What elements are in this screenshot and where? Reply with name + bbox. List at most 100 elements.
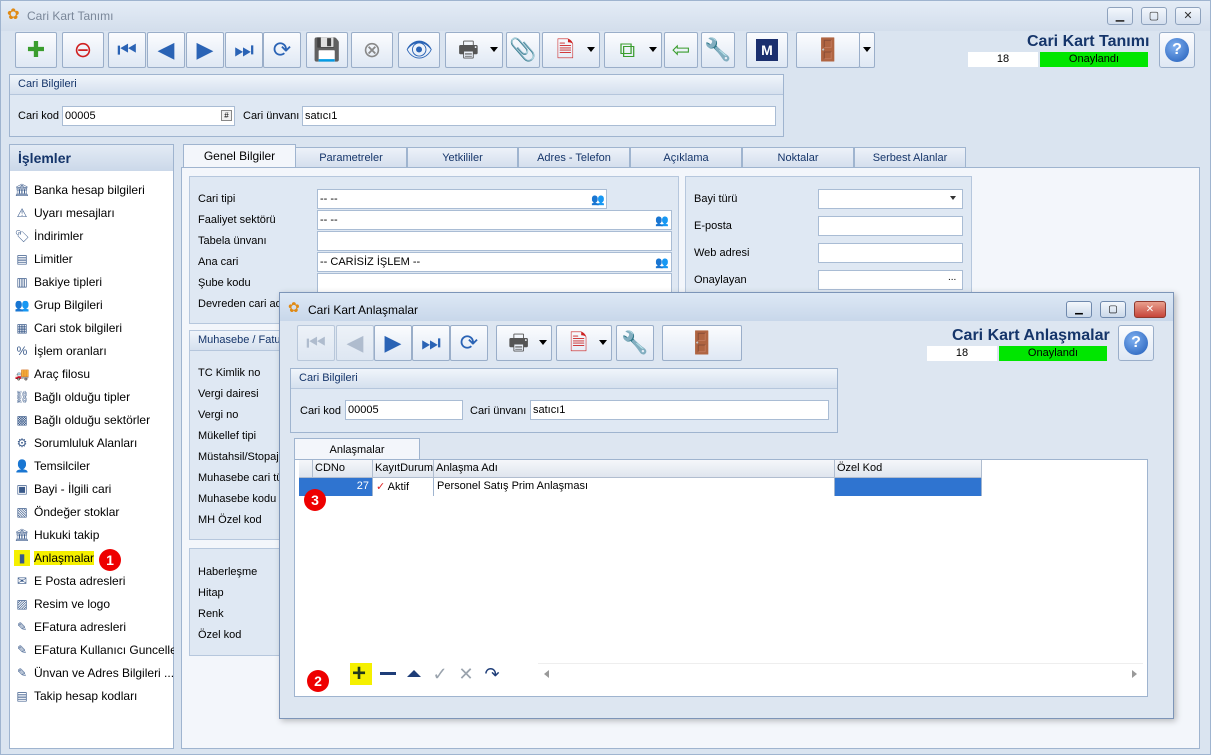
attach-button[interactable]: 📎	[506, 32, 540, 68]
group-people-icon[interactable]: 👥	[591, 193, 605, 206]
copy-button[interactable]: ⧉	[604, 32, 662, 68]
redo-button[interactable]: ↷	[481, 663, 503, 685]
import-button[interactable]: ⇦	[664, 32, 698, 68]
cari-kod-field[interactable]: 00005	[62, 106, 235, 126]
tab-genel-bilgiler[interactable]: Genel Bilgiler	[183, 144, 296, 168]
dialog-refresh-button[interactable]: ⟳	[450, 325, 488, 361]
col-anlasma-adi[interactable]: Anlaşma Adı	[434, 460, 835, 478]
dialog-first-button[interactable]: ⏮	[297, 325, 335, 361]
horizontal-scrollbar[interactable]	[538, 663, 1143, 687]
group-people-icon[interactable]: 👥	[655, 256, 669, 269]
web-field[interactable]	[818, 243, 963, 263]
dialog-exit-button[interactable]: 🚪	[662, 325, 742, 361]
sidebar-item[interactable]: % İşlem oranları	[14, 343, 174, 363]
sidebar-item[interactable]: ▨ Resim ve logo	[14, 596, 174, 616]
tab-noktalar[interactable]: Noktalar	[742, 147, 854, 169]
new-record-button[interactable]: ✚	[15, 32, 57, 68]
lookup-icon[interactable]: #	[221, 110, 232, 121]
sidebar-item[interactable]: ▩ Bağlı olduğu sektörler	[14, 412, 174, 432]
eposta-field[interactable]	[818, 216, 963, 236]
ana-cari-field[interactable]: -- CARİSİZ İŞLEM --	[317, 252, 672, 272]
sidebar-item[interactable]: 🚚 Araç filosu	[14, 366, 174, 386]
exit-dropdown-button[interactable]	[859, 32, 875, 68]
next-record-button[interactable]: ▶	[186, 32, 224, 68]
tab-adres-telefon[interactable]: Adres - Telefon	[518, 147, 630, 169]
dialog-cari-unvan-field[interactable]: satıcı1	[530, 400, 829, 420]
sidebar-item[interactable]: 🏛 Banka hesap bilgileri	[14, 182, 174, 202]
table-row[interactable]: 27 ✓ Aktif Personel Satış Prim Anlaşması	[299, 478, 982, 496]
help-button[interactable]: ?	[1159, 32, 1195, 68]
col-kayit-durumu[interactable]: KayıtDurumu	[373, 460, 434, 478]
cancel-save-button[interactable]: ⊗	[351, 32, 393, 68]
tab-yetkililer[interactable]: Yetkililer	[407, 147, 518, 169]
sidebar-item[interactable]: ▤ Limitler	[14, 251, 174, 271]
export-pdf-button[interactable]: 🗎	[542, 32, 600, 68]
dialog-pdf-button[interactable]: 🗎	[556, 325, 612, 361]
add-row-button[interactable]: +	[350, 660, 372, 687]
sidebar-item[interactable]: ⚙ Sorumluluk Alanları	[14, 435, 174, 455]
sidebar-item[interactable]: ▮ Anlaşmalar	[14, 550, 174, 570]
dialog-close-button[interactable]: ✕	[1134, 301, 1166, 318]
sidebar-item[interactable]: ▥ Bakiye tipleri	[14, 274, 174, 294]
sidebar-item[interactable]: ⛓ Bağlı olduğu tipler	[14, 389, 174, 409]
delete-row-button[interactable]	[377, 663, 399, 685]
print-button[interactable]: 🖶	[445, 32, 503, 68]
minimize-button[interactable]: ▁	[1107, 7, 1133, 25]
dialog-help-button[interactable]: ?	[1118, 325, 1154, 361]
onaylayan-field[interactable]	[818, 270, 963, 290]
dialog-cari-kod-field[interactable]: 00005	[345, 400, 463, 420]
prev-record-button[interactable]: ◀	[147, 32, 185, 68]
sidebar-item[interactable]: 🏷 İndirimler	[14, 228, 174, 248]
sube-field[interactable]	[317, 273, 672, 293]
preview-button[interactable]: 👁	[398, 32, 440, 68]
m-button[interactable]: M	[746, 32, 788, 68]
dialog-minimize-button[interactable]: ▁	[1066, 301, 1092, 318]
sidebar-item[interactable]: ⚠ Uyarı mesajları	[14, 205, 174, 225]
bayi-turu-select[interactable]	[818, 189, 963, 209]
sidebar-item[interactable]: ✎ EFatura adresleri	[14, 619, 174, 639]
chevron-down-icon	[490, 47, 498, 52]
cari-tipi-field[interactable]: -- --	[317, 189, 607, 209]
tab-serbest-alanlar[interactable]: Serbest Alanlar	[854, 147, 966, 169]
sidebar-item[interactable]: 👥 Grup Bilgileri	[14, 297, 174, 317]
dialog-last-button[interactable]: ⏭	[412, 325, 450, 361]
tab-parametreler[interactable]: Parametreler	[295, 147, 407, 169]
sidebar-item[interactable]: ✉ E Posta adresleri	[14, 573, 174, 593]
close-button[interactable]: ✕	[1175, 7, 1201, 25]
tabela-field[interactable]	[317, 231, 672, 251]
sidebar-item[interactable]: 👤 Temsilciler	[14, 458, 174, 478]
sidebar-item-label: EFatura Kullanıcı Guncelle	[34, 643, 174, 657]
sidebar-item[interactable]: ▤ Takip hesap kodları	[14, 688, 174, 708]
cari-unvan-field[interactable]: satıcı1	[302, 106, 776, 126]
sidebar-item[interactable]: ✎ EFatura Kullanıcı Guncelle	[14, 642, 174, 662]
tab-anlasmalar[interactable]: Anlaşmalar	[294, 438, 420, 461]
tools-button[interactable]: 🔧	[701, 32, 735, 68]
dialog-prev-button[interactable]: ◀	[336, 325, 374, 361]
faaliyet-field[interactable]: -- --	[317, 210, 672, 230]
ellipsis-button[interactable]: ...	[948, 272, 956, 283]
dialog-next-button[interactable]: ▶	[374, 325, 412, 361]
exit-button[interactable]: 🚪	[796, 32, 860, 68]
refresh-button[interactable]: ⟳	[263, 32, 301, 68]
sidebar-item[interactable]: ✎ Ünvan ve Adres Bilgileri ...	[14, 665, 174, 685]
group-people-icon[interactable]: 👥	[655, 214, 669, 227]
sidebar-item[interactable]: ▣ Bayi - İlgili cari	[14, 481, 174, 501]
save-button[interactable]: 💾	[306, 32, 348, 68]
first-record-button[interactable]: ⏮	[108, 32, 146, 68]
sidebar-item[interactable]: ▦ Cari stok bilgileri	[14, 320, 174, 340]
tab-aciklama[interactable]: Açıklama	[630, 147, 742, 169]
move-up-button[interactable]	[403, 663, 425, 685]
confirm-button[interactable]: ✓	[429, 663, 451, 685]
delete-record-button[interactable]: ⊖	[62, 32, 104, 68]
last-record-button[interactable]: ⏭	[225, 32, 263, 68]
maximize-button[interactable]: ▢	[1141, 7, 1167, 25]
dialog-print-button[interactable]: 🖶	[496, 325, 552, 361]
cancel-edit-button[interactable]: ✕	[455, 663, 477, 685]
dialog-tools-button[interactable]: 🔧	[616, 325, 654, 361]
col-ozel-kod[interactable]: Özel Kod	[835, 460, 982, 478]
sidebar-item[interactable]: 🏛 Hukuki takip	[14, 527, 174, 547]
col-cdno[interactable]: CDNo	[313, 460, 373, 478]
dialog-maximize-button[interactable]: ▢	[1100, 301, 1126, 318]
butterfly-logo-icon: ✿	[7, 6, 20, 23]
sidebar-item[interactable]: ▧ Öndeğer stoklar	[14, 504, 174, 524]
